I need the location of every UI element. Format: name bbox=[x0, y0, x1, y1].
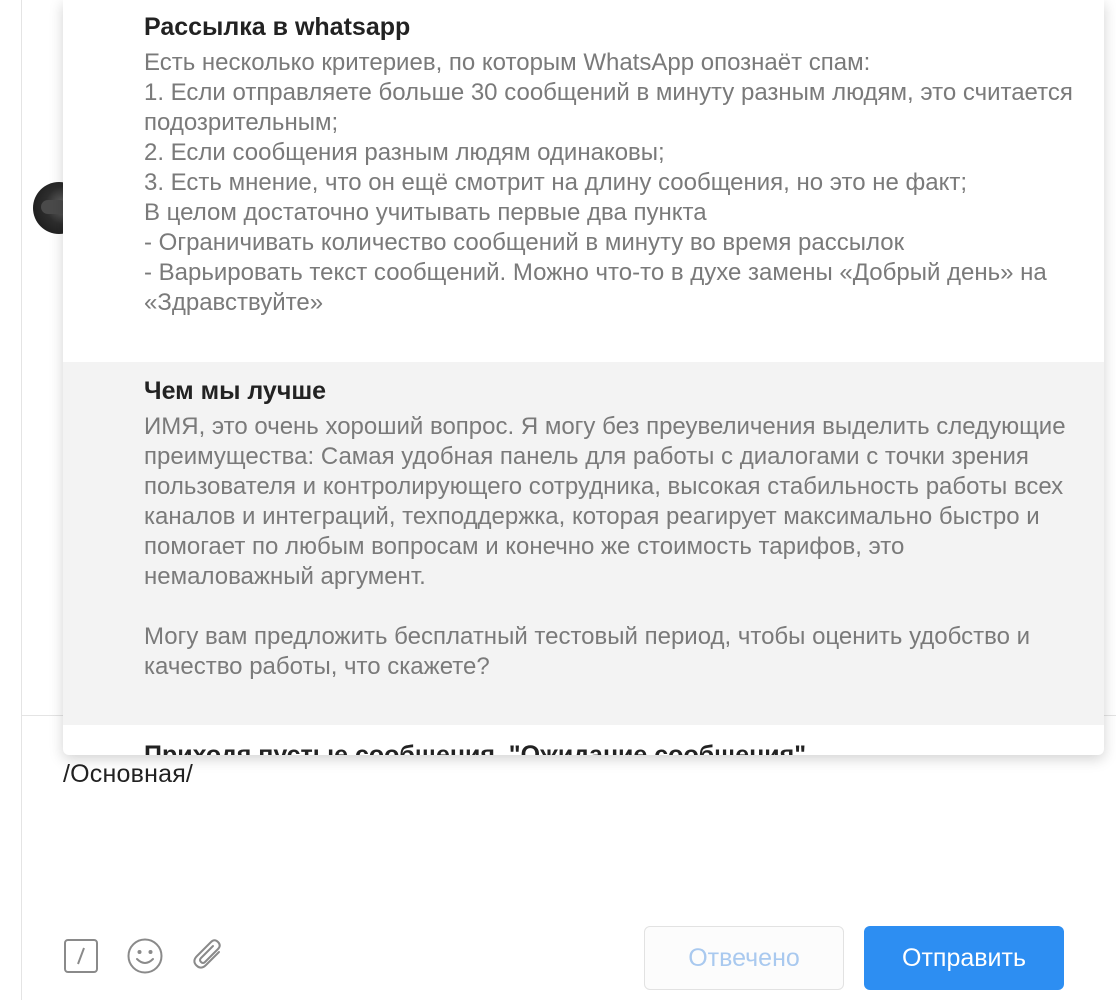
template-item[interactable]: Приходя пустые сообщения. "Ожидание сооб… bbox=[63, 740, 1104, 755]
template-title: Чем мы лучше bbox=[144, 377, 327, 405]
emoji-icon[interactable] bbox=[125, 936, 165, 976]
chat-panel-border bbox=[21, 0, 22, 1000]
template-body: ИМЯ, это очень хороший вопрос. Я могу бе… bbox=[144, 413, 1066, 680]
template-body: Есть несколько критериев, по которым Wha… bbox=[144, 49, 1073, 316]
template-title: Рассылка в whatsapp bbox=[144, 13, 411, 41]
templates-icon[interactable] bbox=[61, 936, 101, 976]
message-input[interactable]: /Основная/ bbox=[63, 760, 193, 789]
template-title: Приходя пустые сообщения. "Ожидание сооб… bbox=[144, 741, 807, 755]
chat-page: /Основная/ Отвечено Отправить Рассылка в… bbox=[0, 0, 1116, 1000]
template-item-selected[interactable]: Чем мы лучше ИМЯ, это очень хороший вопр… bbox=[63, 362, 1104, 725]
paperclip-icon[interactable] bbox=[189, 936, 229, 976]
answered-button[interactable]: Отвечено bbox=[644, 926, 844, 990]
template-item[interactable]: Рассылка в whatsapp Есть несколько крите… bbox=[63, 12, 1104, 362]
templates-dropdown: Рассылка в whatsapp Есть несколько крите… bbox=[63, 0, 1104, 755]
send-button[interactable]: Отправить bbox=[864, 926, 1064, 990]
